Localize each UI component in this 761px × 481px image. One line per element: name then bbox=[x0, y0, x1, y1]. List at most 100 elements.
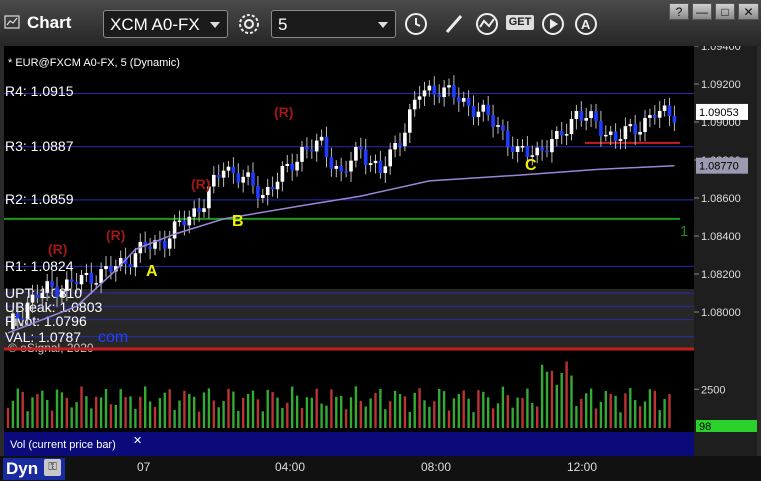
volume-bar bbox=[212, 400, 215, 428]
volume-bar bbox=[643, 401, 647, 428]
candle-body bbox=[40, 292, 45, 299]
candle-body bbox=[461, 98, 466, 102]
candle-body bbox=[515, 146, 520, 152]
close-button[interactable]: ✕ bbox=[738, 3, 759, 20]
maximize-button[interactable]: □ bbox=[715, 3, 735, 20]
candle-body bbox=[319, 136, 324, 141]
candle-body bbox=[16, 313, 20, 319]
volume-bar bbox=[276, 397, 279, 428]
candle-body bbox=[427, 85, 432, 91]
volume-bar bbox=[50, 410, 54, 428]
candle-body bbox=[50, 281, 54, 287]
chevron-down-icon bbox=[210, 22, 220, 28]
level-label: R4: 1.0915 bbox=[5, 83, 74, 99]
help-button[interactable]: ? bbox=[669, 3, 689, 20]
svg-text:A: A bbox=[581, 17, 591, 32]
volume-bar bbox=[315, 388, 318, 428]
volume-bar bbox=[531, 402, 534, 428]
price-tick-label: 1.08400 bbox=[701, 231, 741, 243]
bottom-bar: Dyn ⚿ bbox=[0, 456, 761, 481]
candle-body bbox=[643, 117, 647, 132]
candle-body bbox=[466, 98, 471, 106]
x-tick-label: 07 bbox=[137, 460, 151, 474]
toolbar: Chart XCM A0-FX 5 GET A ? — □ ✕ bbox=[0, 0, 761, 46]
play-icon[interactable] bbox=[539, 11, 567, 37]
volume-bar bbox=[271, 392, 274, 428]
volume-bar bbox=[310, 397, 313, 428]
chart-area[interactable]: 1.094001.092001.090001.088001.086001.084… bbox=[0, 46, 761, 456]
candle-body bbox=[628, 124, 633, 127]
volume-bar bbox=[536, 406, 539, 428]
candle-body bbox=[388, 149, 392, 167]
volume-bar bbox=[423, 400, 426, 428]
candle-body bbox=[437, 94, 441, 97]
count-label: 1 bbox=[680, 223, 688, 240]
lock-icon[interactable]: ⚿ bbox=[44, 459, 61, 476]
candle-body bbox=[45, 281, 49, 293]
volume-bar bbox=[398, 393, 402, 428]
volume-bar bbox=[408, 411, 411, 428]
candle-body bbox=[280, 166, 285, 182]
candle-body bbox=[270, 187, 275, 190]
candle-body bbox=[422, 90, 427, 97]
candle-body bbox=[496, 125, 500, 127]
volume-bar bbox=[580, 398, 583, 428]
get-icon[interactable]: GET bbox=[506, 11, 534, 37]
volume-bar bbox=[129, 396, 132, 428]
candle-body bbox=[569, 118, 574, 135]
candle-body bbox=[618, 139, 623, 141]
candle-body bbox=[564, 134, 569, 136]
candle-body bbox=[672, 116, 677, 123]
volume-bar bbox=[433, 401, 436, 428]
candle-body bbox=[310, 149, 314, 152]
volume-bar bbox=[227, 388, 230, 428]
candle-body bbox=[604, 134, 608, 137]
volume-bar bbox=[491, 408, 495, 428]
chart-window: Chart XCM A0-FX 5 GET A ? — □ ✕ 1.09400 … bbox=[0, 0, 761, 481]
candle-body bbox=[501, 125, 505, 131]
level-label: R1: 1.0824 bbox=[5, 258, 74, 274]
candle-body bbox=[442, 87, 446, 97]
chart-icon bbox=[4, 15, 20, 29]
candle-body bbox=[167, 238, 172, 249]
candle-body bbox=[148, 246, 152, 249]
volume-bar bbox=[148, 401, 152, 428]
candle-body bbox=[197, 208, 201, 212]
volume-bar bbox=[629, 388, 632, 428]
volume-bar bbox=[472, 412, 475, 428]
candle-body bbox=[30, 294, 35, 303]
minimize-button[interactable]: — bbox=[692, 3, 712, 20]
candle-body bbox=[226, 166, 231, 171]
volume-bar bbox=[168, 389, 171, 428]
alert-icon[interactable]: A bbox=[572, 11, 600, 37]
volume-bar bbox=[6, 407, 10, 428]
price-tick-label: 1.09200 bbox=[701, 79, 741, 91]
volume-bar bbox=[349, 397, 353, 428]
volume-bar bbox=[403, 396, 407, 428]
candle-body bbox=[89, 272, 94, 284]
study-icon[interactable] bbox=[473, 11, 501, 37]
volume-bar bbox=[369, 398, 372, 428]
volume-bar bbox=[428, 406, 431, 428]
volume-bar bbox=[158, 398, 162, 428]
volume-bar bbox=[188, 393, 191, 428]
volume-bar bbox=[477, 390, 480, 428]
pencil-icon[interactable] bbox=[440, 11, 468, 37]
candle-body bbox=[324, 136, 329, 158]
settings-gear-icon[interactable] bbox=[235, 11, 263, 37]
volume-bar bbox=[178, 400, 181, 428]
volume-bar bbox=[256, 399, 260, 428]
interval-value: 5 bbox=[278, 15, 288, 34]
setup-marker: C bbox=[525, 157, 537, 174]
volume-bar bbox=[95, 396, 98, 428]
r-marker: (R) bbox=[48, 241, 67, 257]
volume-bar bbox=[46, 399, 49, 428]
volume-bar bbox=[413, 392, 416, 428]
volume-bar bbox=[457, 393, 460, 428]
interval-dropdown[interactable]: 5 bbox=[271, 10, 396, 38]
clock-icon[interactable] bbox=[402, 11, 430, 37]
volume-bar bbox=[232, 391, 235, 428]
candle-body bbox=[520, 146, 525, 148]
candle-body bbox=[584, 118, 588, 121]
symbol-dropdown[interactable]: XCM A0-FX bbox=[103, 10, 228, 38]
